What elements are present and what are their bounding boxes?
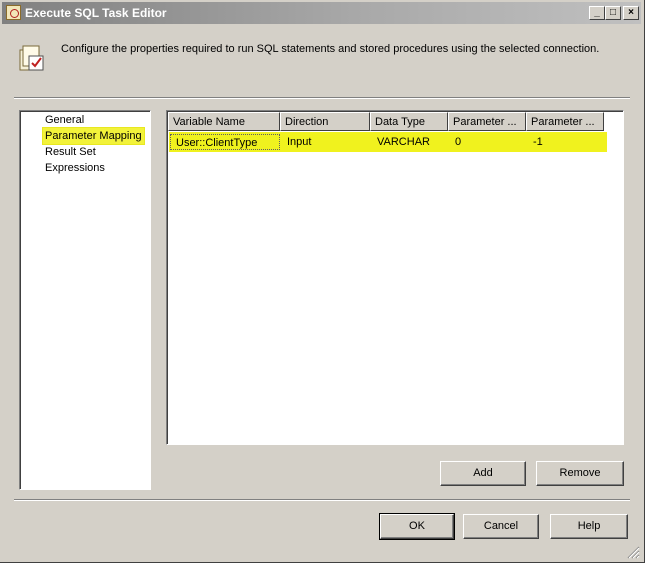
column-header-parameter-size[interactable]: Parameter ... bbox=[526, 112, 604, 131]
resize-grip-icon[interactable] bbox=[624, 543, 640, 559]
nav-item-expressions[interactable]: Expressions bbox=[43, 160, 107, 176]
parameter-mapping-grid: Variable Name Direction Data Type Parame… bbox=[166, 110, 624, 445]
column-header-variable-name[interactable]: Variable Name bbox=[168, 112, 280, 131]
header-separator bbox=[14, 97, 630, 99]
cell-parameter-size[interactable]: -1 bbox=[528, 134, 604, 150]
window-icon bbox=[6, 5, 21, 20]
add-button[interactable]: Add bbox=[440, 461, 526, 486]
minimize-button[interactable]: _ bbox=[589, 6, 605, 20]
column-header-direction[interactable]: Direction bbox=[280, 112, 370, 131]
nav-item-parameter-mapping[interactable]: Parameter Mapping bbox=[43, 128, 144, 144]
window-title: Execute SQL Task Editor bbox=[25, 6, 167, 20]
header-band bbox=[2, 26, 641, 98]
cancel-button[interactable]: Cancel bbox=[463, 514, 539, 539]
execute-sql-task-editor-window: Execute SQL Task Editor _ □ × Configure … bbox=[0, 0, 645, 563]
cell-parameter-name[interactable]: 0 bbox=[450, 134, 526, 150]
header-description: Configure the properties required to run… bbox=[61, 43, 600, 55]
nav-item-result-set[interactable]: Result Set bbox=[43, 144, 98, 160]
cell-variable-name[interactable]: User::ClientType bbox=[170, 134, 280, 150]
maximize-button[interactable]: □ bbox=[605, 6, 621, 20]
navigation-panel: General Parameter Mapping Result Set Exp… bbox=[19, 110, 151, 490]
close-button[interactable]: × bbox=[623, 6, 639, 20]
title-bar[interactable]: Execute SQL Task Editor _ □ × bbox=[2, 2, 641, 24]
remove-button[interactable]: Remove bbox=[536, 461, 624, 486]
ok-button[interactable]: OK bbox=[379, 513, 455, 540]
sql-task-icon bbox=[19, 45, 44, 71]
column-header-parameter-name[interactable]: Parameter ... bbox=[448, 112, 526, 131]
footer-separator bbox=[14, 499, 630, 501]
cell-data-type[interactable]: VARCHAR bbox=[372, 134, 448, 150]
help-button[interactable]: Help bbox=[550, 514, 628, 539]
cell-direction[interactable]: Input bbox=[282, 134, 370, 150]
nav-item-general[interactable]: General bbox=[43, 112, 86, 128]
column-header-data-type[interactable]: Data Type bbox=[370, 112, 448, 131]
